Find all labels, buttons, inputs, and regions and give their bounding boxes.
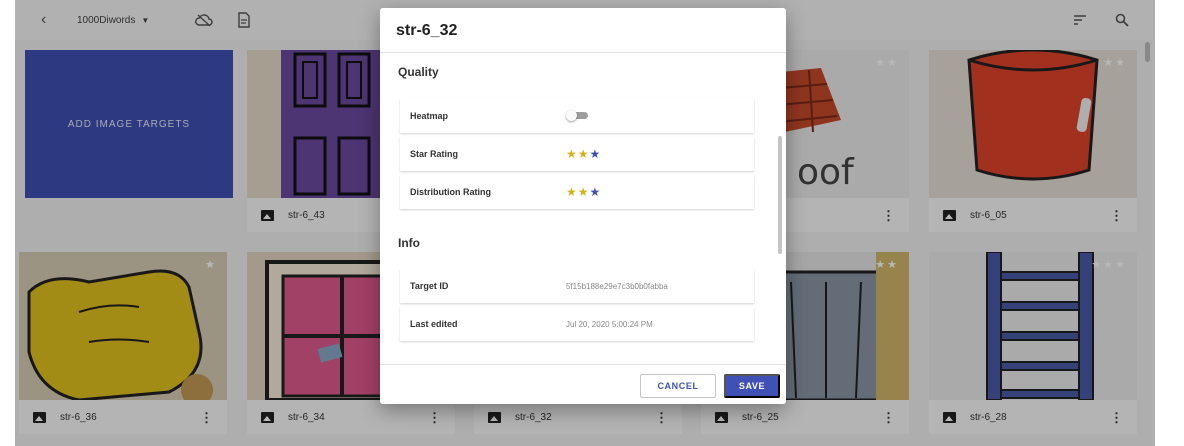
dialog-title: str-6_32 [396, 22, 458, 39]
save-button[interactable]: SAVE [724, 374, 780, 398]
star-filled-icon[interactable]: ★ [566, 147, 578, 161]
star-rating-label: Star Rating [410, 149, 459, 159]
target-id-label: Target ID [410, 281, 449, 291]
last-edited-row: Last edited Jul 20, 2020 5:00:24 PM [400, 307, 754, 341]
dialog-body: Quality Heatmap Star Rating ★★★ Distribu… [380, 53, 786, 363]
target-details-dialog: str-6_32 Quality Heatmap Star Rating ★★★… [380, 8, 786, 404]
last-edited-label: Last edited [410, 319, 458, 329]
quality-section-label: Quality [398, 65, 439, 79]
target-id-row: Target ID 5f15b188e29e7c3b0b0fabba [400, 269, 754, 303]
star-rating-value: ★★★ [566, 147, 601, 161]
star-empty-icon[interactable]: ★ [590, 147, 602, 161]
star-rating-row: Star Rating ★★★ [400, 137, 754, 171]
cancel-button[interactable]: CANCEL [640, 374, 716, 398]
info-section-label: Info [398, 236, 420, 250]
dialog-scrollbar[interactable] [778, 136, 782, 254]
divider [380, 364, 786, 365]
last-edited-value: Jul 20, 2020 5:00:24 PM [566, 319, 653, 329]
star-empty-icon[interactable]: ★ [590, 185, 602, 199]
heatmap-label: Heatmap [410, 111, 449, 121]
heatmap-row: Heatmap [400, 99, 754, 133]
target-id-value: 5f15b188e29e7c3b0b0fabba [566, 281, 668, 291]
distribution-rating-value: ★★★ [566, 185, 601, 199]
heatmap-toggle[interactable] [566, 110, 588, 121]
star-filled-icon[interactable]: ★ [578, 185, 590, 199]
toggle-knob [566, 110, 577, 121]
star-filled-icon[interactable]: ★ [566, 185, 578, 199]
distribution-rating-row: Distribution Rating ★★★ [400, 175, 754, 209]
star-filled-icon[interactable]: ★ [578, 147, 590, 161]
distribution-rating-label: Distribution Rating [410, 187, 491, 197]
